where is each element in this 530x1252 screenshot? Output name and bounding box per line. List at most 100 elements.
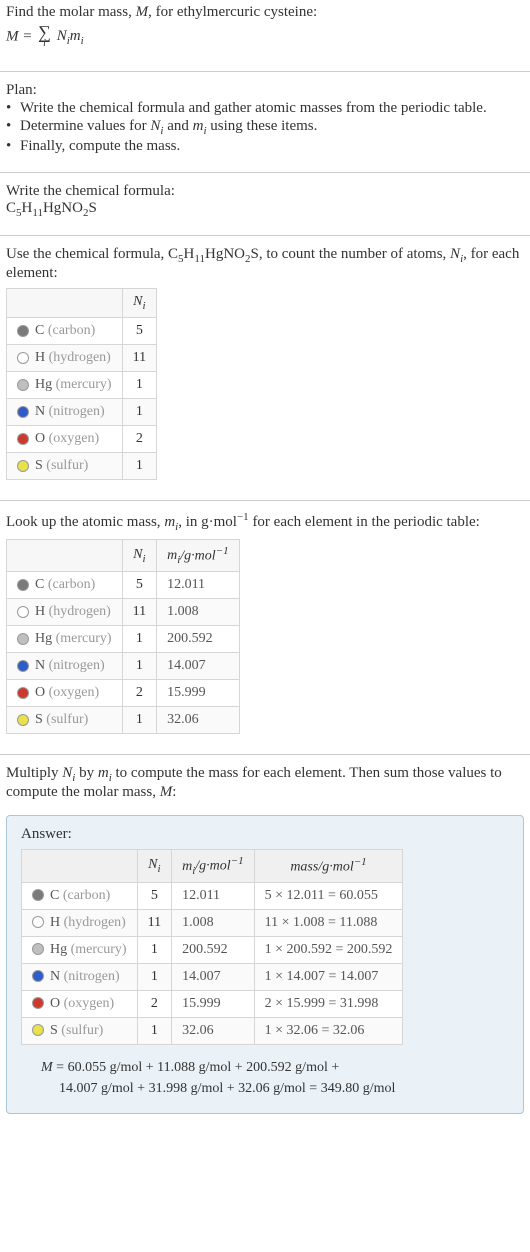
ni-cell: 11 [122,599,156,626]
sigma-icon: ∑ i [38,23,51,51]
element-swatch-icon [17,579,29,591]
mass-cell: 1 × 14.007 = 14.007 [254,963,403,990]
lookup-exp: −1 [237,511,249,523]
table-row: O (oxygen)215.999 [7,680,240,707]
plan-item-text: Finally, compute the mass. [20,138,180,155]
divider [0,754,530,755]
element-swatch-icon [32,916,44,928]
element-swatch-icon [17,406,29,418]
element-swatch-icon [32,889,44,901]
mult-pre: Multiply [6,765,62,781]
table-row: H (hydrogen)111.00811 × 1.008 = 11.088 [22,909,403,936]
divider [0,71,530,72]
intro-title-prefix: Find the molar mass, [6,4,136,20]
element-swatch-icon [17,687,29,699]
col-Ni: Ni [122,289,156,318]
table-row: Hg (mercury)1200.5921 × 200.592 = 200.59… [22,936,403,963]
col-Ni: Ni [137,850,171,882]
mi-cell: 200.592 [157,626,240,653]
intro-block: Find the molar mass, M, for ethylmercuri… [0,0,530,65]
answer-label: Answer: [21,826,509,843]
table-row: O (oxygen)2 [7,425,157,452]
plan-item-text: Determine values for Ni and mi using the… [20,118,317,137]
table-row: Hg (mercury)1200.592 [7,626,240,653]
eq-equals: = [19,28,37,44]
element-swatch-icon [17,606,29,618]
mi-cell: 15.999 [157,680,240,707]
count-formula: C5H11HgNO2S [168,246,259,262]
mi-cell: 14.007 [157,653,240,680]
plan-item: •Determine values for Ni and mi using th… [6,118,524,137]
element-swatch-icon [17,325,29,337]
plan-item: •Finally, compute the mass. [6,138,524,155]
mass-cell: 2 × 15.999 = 31.998 [254,990,403,1017]
element-swatch-icon [17,352,29,364]
multiply-text: Multiply Ni by mi to compute the mass fo… [6,765,524,801]
ni-cell: 5 [122,572,156,599]
mi-cell: 1.008 [172,909,255,936]
col-mass: mass/g·mol−1 [254,850,403,882]
element-swatch-icon [17,660,29,672]
lookup-text: Look up the atomic mass, mi, in g·mol−1 … [6,511,524,533]
table-row: H (hydrogen)111.008 [7,599,240,626]
atom-count-table: Ni C (carbon)5H (hydrogen)11Hg (mercury)… [6,288,157,480]
element-cell: H (hydrogen) [7,344,123,371]
element-swatch-icon [17,714,29,726]
ni-cell: 1 [137,1017,171,1044]
col-mi: mi/g·mol−1 [172,850,255,882]
ni-cell: 1 [122,371,156,398]
eq-right: Nimi [57,28,84,44]
element-swatch-icon [17,379,29,391]
ni-cell: 5 [122,317,156,344]
element-cell: Hg (mercury) [7,371,123,398]
col-mi: mi/g·mol−1 [157,539,240,571]
element-cell: S (sulfur) [22,1017,138,1044]
element-cell: Hg (mercury) [7,626,123,653]
mi-cell: 32.06 [172,1017,255,1044]
intro-title-var: M [136,4,149,20]
element-cell: O (oxygen) [7,425,123,452]
element-cell: S (sulfur) [7,452,123,479]
eq-left: M [6,28,19,44]
table-row: O (oxygen)215.9992 × 15.999 = 31.998 [22,990,403,1017]
table-row: N (nitrogen)114.0071 × 14.007 = 14.007 [22,963,403,990]
intro-equation: M = ∑ i Nimi [6,23,524,51]
element-cell: C (carbon) [7,572,123,599]
mi-cell: 15.999 [172,990,255,1017]
table-row: S (sulfur)1 [7,452,157,479]
mi-cell: 14.007 [172,963,255,990]
ni-cell: 1 [137,936,171,963]
multiply-block: Multiply Ni by mi to compute the mass fo… [0,761,530,811]
element-cell: Hg (mercury) [22,936,138,963]
mi-cell: 12.011 [157,572,240,599]
mult-mid: by [75,765,98,781]
element-swatch-icon [32,943,44,955]
lookup-mid: , in g·mol [178,514,237,530]
count-text: Use the chemical formula, C5H11HgNO2S, t… [6,246,524,282]
element-cell: H (hydrogen) [22,909,138,936]
table-row: H (hydrogen)11 [7,344,157,371]
intro-title-suffix: , for ethylmercuric cysteine: [148,4,317,20]
ni-cell: 1 [122,398,156,425]
element-cell: C (carbon) [22,882,138,909]
element-cell: O (oxygen) [22,990,138,1017]
mult-end: : [172,784,176,800]
atomic-mass-table: Ni mi/g·mol−1 C (carbon)512.011H (hydrog… [6,539,240,734]
element-swatch-icon [17,460,29,472]
ni-cell: 1 [122,707,156,734]
mult-m: mi [98,765,112,781]
ni-cell: 2 [122,425,156,452]
divider [0,172,530,173]
intro-title: Find the molar mass, M, for ethylmercuri… [6,4,524,21]
element-cell: N (nitrogen) [7,653,123,680]
mult-N: Ni [62,765,75,781]
col-Ni: Ni [122,539,156,571]
ni-cell: 2 [137,990,171,1017]
mass-cell: 1 × 200.592 = 200.592 [254,936,403,963]
table-row: C (carbon)512.011 [7,572,240,599]
ni-cell: 1 [137,963,171,990]
answer-box: Answer: Ni mi/g·mol−1 mass/g·mol−1 C (ca… [6,815,524,1113]
element-swatch-icon [32,1024,44,1036]
table-row: S (sulfur)132.06 [7,707,240,734]
divider [0,500,530,501]
